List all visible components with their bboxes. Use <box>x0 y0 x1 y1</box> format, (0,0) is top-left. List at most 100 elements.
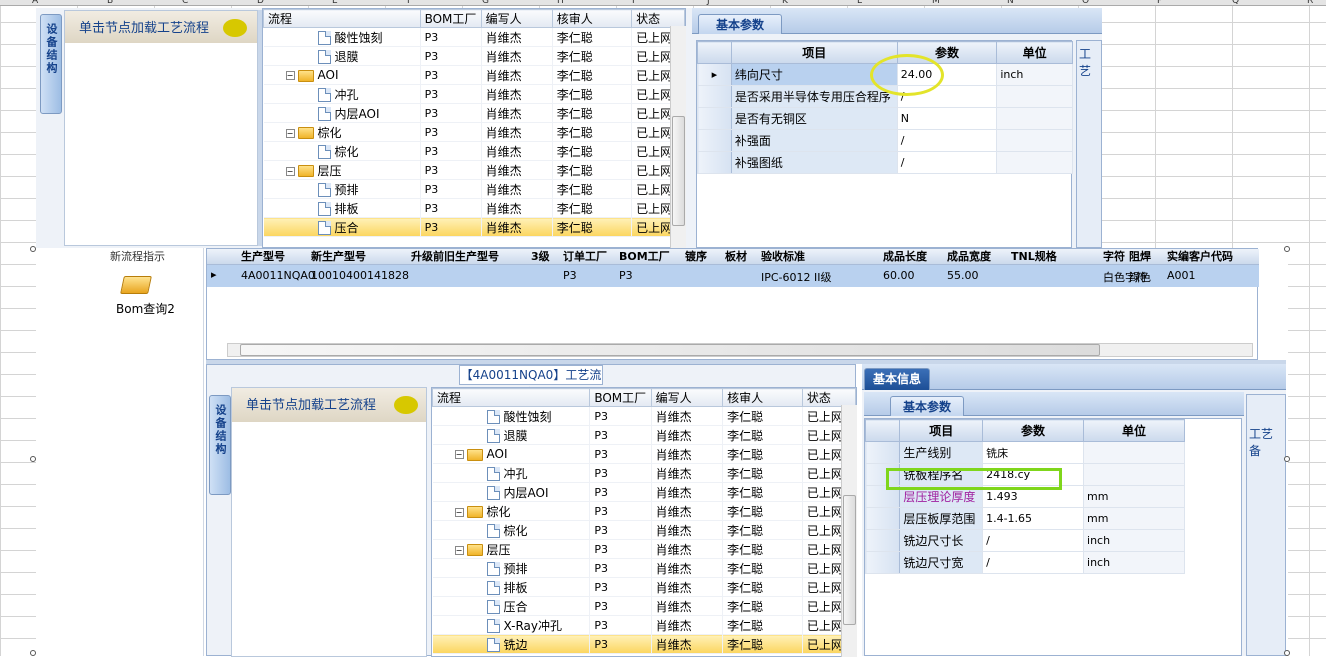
product-column-header[interactable]: 升级前旧生产型号 <box>411 249 499 264</box>
params-row[interactable]: 铣边尺寸长 / inch <box>864 529 1185 552</box>
row-indicator[interactable] <box>697 129 732 152</box>
row-indicator[interactable]: ▸ <box>211 268 217 281</box>
collapse-icon[interactable]: − <box>454 507 464 517</box>
row-indicator[interactable]: ▸ <box>697 63 732 86</box>
params-row[interactable]: 补强图纸 / <box>697 151 1073 174</box>
tree-row[interactable]: 压合 P3 肖维杰 李仁聪 已上网 <box>263 217 685 237</box>
product-column-header[interactable]: 字符 <box>1103 249 1125 264</box>
resize-handle[interactable] <box>1284 650 1290 656</box>
tree-row[interactable]: − 棕化 P3 肖维杰 李仁聪 已上网 <box>432 501 856 521</box>
product-column-header[interactable]: 板材 <box>725 249 747 264</box>
product-column-header[interactable]: BOM工厂 <box>619 249 670 264</box>
params-row[interactable]: 铣边尺寸宽 / inch <box>864 551 1185 574</box>
params-column-header[interactable]: 单位 <box>1083 419 1185 442</box>
tree-row[interactable]: 冲孔 P3 肖维杰 李仁聪 已上网 <box>263 84 685 104</box>
tree-column-header[interactable]: BOM工厂 <box>589 388 652 407</box>
params-row[interactable]: 层压板厚范围 1.4-1.65 mm <box>864 507 1185 530</box>
row-indicator[interactable] <box>864 529 901 552</box>
tree-row[interactable]: − 层压 P3 肖维杰 李仁聪 已上网 <box>432 539 856 559</box>
param-value[interactable]: / <box>982 529 1085 552</box>
tree-row[interactable]: 预排 P3 肖维杰 李仁聪 已上网 <box>263 179 685 199</box>
resize-handle[interactable] <box>1284 456 1290 462</box>
params-row[interactable]: 补强面 / <box>697 129 1073 152</box>
tree-row[interactable]: 棕化 P3 肖维杰 李仁聪 已上网 <box>263 141 685 161</box>
product-column-header[interactable]: TNL规格 <box>1011 249 1057 264</box>
params-row[interactable]: 生产线别 铣床 <box>864 441 1185 464</box>
product-column-header[interactable]: 3级 <box>531 249 550 264</box>
params-column-header[interactable]: 单位 <box>996 41 1073 64</box>
tree-column-header[interactable]: BOM工厂 <box>419 9 482 28</box>
param-value[interactable]: / <box>896 129 998 152</box>
collapse-icon[interactable]: − <box>285 166 295 176</box>
tree-row[interactable]: 排板 P3 肖维杰 李仁聪 已上网 <box>263 198 685 218</box>
product-cell[interactable]: P3 <box>619 269 633 282</box>
tab-basic-params[interactable]: 基本参数 <box>890 396 964 416</box>
product-column-header[interactable]: 实编客户代码 <box>1167 249 1233 264</box>
param-value[interactable]: N <box>896 107 998 130</box>
tree-row[interactable]: 酸性蚀刻 P3 肖维杰 李仁聪 已上网 <box>432 406 856 426</box>
top-tree-scrollbar[interactable] <box>670 26 686 248</box>
tree-row[interactable]: − 棕化 P3 肖维杰 李仁聪 已上网 <box>263 122 685 142</box>
bom-query-label[interactable]: Bom查询2 <box>116 300 175 317</box>
product-column-header[interactable]: 成品宽度 <box>947 249 991 264</box>
collapse-icon[interactable]: − <box>285 128 295 138</box>
product-column-header[interactable]: 验收标准 <box>761 249 805 264</box>
product-column-header[interactable]: 镀序 <box>685 249 707 264</box>
bottom-tree-scrollbar[interactable] <box>841 405 857 657</box>
top-right-tab[interactable]: 工艺 <box>1077 41 1101 83</box>
tree-row[interactable]: 内层AOI P3 肖维杰 李仁聪 已上网 <box>263 103 685 123</box>
tree-row[interactable]: 酸性蚀刻 P3 肖维杰 李仁聪 已上网 <box>263 27 685 47</box>
params-column-header[interactable]: 参数 <box>982 419 1085 442</box>
tree-row[interactable]: 铣边 P3 肖维杰 李仁聪 已上网 <box>432 634 856 654</box>
tree-row[interactable]: 退膜 P3 肖维杰 李仁聪 已上网 <box>263 46 685 66</box>
params-row[interactable]: 是否有无铜区 N <box>697 107 1073 130</box>
product-column-header[interactable]: 阻焊 <box>1129 249 1151 264</box>
row-indicator[interactable] <box>697 151 732 174</box>
param-value[interactable]: / <box>982 551 1085 574</box>
tree-column-header[interactable]: 状态 <box>631 9 685 28</box>
tree-column-header[interactable]: 编写人 <box>650 388 724 407</box>
tree-column-header[interactable]: 流程 <box>263 9 421 28</box>
param-value[interactable]: 1.4-1.65 <box>982 507 1085 530</box>
hscroll-thumb[interactable] <box>240 344 1100 356</box>
row-indicator[interactable] <box>697 107 732 130</box>
tree-column-header[interactable]: 核审人 <box>551 9 633 28</box>
product-grid-row[interactable]: ▸ 4A0011NQA0 10010400141828 P3 P3 IPC-6012 II… <box>207 265 1259 287</box>
resize-handle[interactable] <box>30 650 36 656</box>
product-cell[interactable]: A001 <box>1167 269 1196 282</box>
tree-row[interactable]: − 层压 P3 肖维杰 李仁聪 已上网 <box>263 160 685 180</box>
resize-handle[interactable] <box>1284 246 1290 252</box>
collapse-icon[interactable]: − <box>454 545 464 555</box>
product-column-header[interactable]: 新生产型号 <box>311 249 366 264</box>
tab-basic-info[interactable]: 基本信息 <box>864 368 930 390</box>
top-side-tab[interactable]: 设备结构 <box>40 14 62 114</box>
product-column-header[interactable]: 订单工厂 <box>563 249 607 264</box>
bottom-side-tab[interactable]: 设备结构 <box>209 395 231 495</box>
tree-column-header[interactable]: 编写人 <box>480 9 553 28</box>
collapse-icon[interactable]: − <box>454 450 464 459</box>
product-cell[interactable]: 10010400141828 <box>311 269 409 282</box>
tree-row[interactable]: − AOI P3 肖维杰 李仁聪 已上网 <box>263 65 685 85</box>
open-folder-icon[interactable] <box>120 272 152 296</box>
product-cell[interactable]: IPC-6012 II级 <box>761 269 832 285</box>
product-cell[interactable]: 4A0011NQA0 <box>241 269 315 282</box>
tree-row[interactable]: − AOI P3 肖维杰 李仁聪 已上网 <box>432 444 856 464</box>
param-value[interactable]: 铣床 <box>982 441 1085 464</box>
new-flow-label[interactable]: 新流程指示 <box>110 248 165 264</box>
bottom-right-tab[interactable]: 工艺备 <box>1247 395 1285 459</box>
collapse-icon[interactable]: − <box>285 71 295 80</box>
tree-row[interactable]: 退膜 P3 肖维杰 李仁聪 已上网 <box>432 425 856 445</box>
row-indicator[interactable] <box>864 441 901 464</box>
product-column-header[interactable]: 成品长度 <box>883 249 927 264</box>
tree-row[interactable]: X-Ray冲孔 P3 肖维杰 李仁聪 已上网 <box>432 615 856 635</box>
product-cell[interactable]: P3 <box>563 269 577 282</box>
param-value[interactable]: / <box>896 151 998 174</box>
scroll-thumb[interactable] <box>843 495 856 625</box>
tree-column-header[interactable]: 状态 <box>801 388 856 407</box>
resize-handle[interactable] <box>30 246 36 252</box>
tree-row[interactable]: 排板 P3 肖维杰 李仁聪 已上网 <box>432 577 856 597</box>
product-cell[interactable]: 绿色 <box>1129 269 1151 285</box>
row-indicator[interactable] <box>864 551 901 574</box>
scroll-thumb[interactable] <box>672 116 685 226</box>
resize-handle[interactable] <box>30 456 36 462</box>
